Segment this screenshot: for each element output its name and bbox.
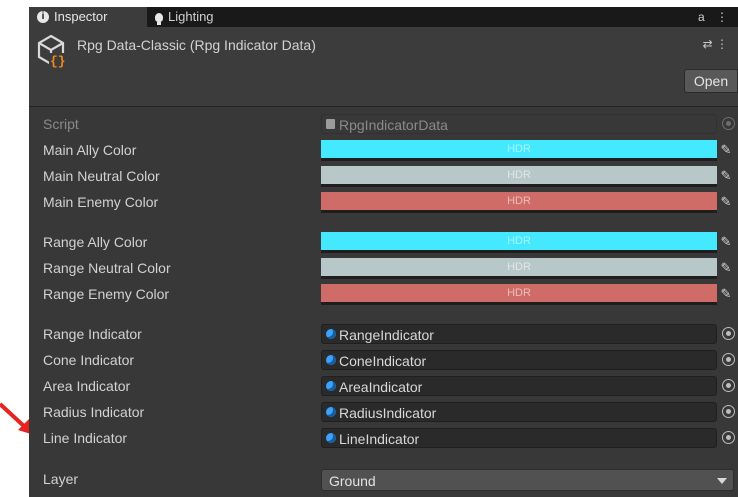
- svg-text:{}: {}: [50, 54, 66, 69]
- asset-header: {} Rpg Data-Classic (Rpg Indicator Data)…: [29, 27, 738, 107]
- indicator-row-range: Range Indicator RangeIndicator: [29, 322, 738, 346]
- script-row: Script RpgIndicatorData: [29, 112, 738, 136]
- color-label: Main Enemy Color: [43, 194, 159, 210]
- eyedropper-icon[interactable]: ✎: [719, 258, 733, 278]
- object-picker-icon[interactable]: [722, 405, 735, 418]
- chevron-down-icon: [717, 478, 727, 484]
- script-field: RpgIndicatorData: [321, 114, 717, 134]
- object-field[interactable]: LineIndicator: [321, 428, 717, 448]
- object-value: ConeIndicator: [339, 353, 427, 369]
- prefab-icon: [326, 355, 336, 365]
- color-label: Main Ally Color: [43, 142, 137, 158]
- indicator-label: Area Indicator: [43, 378, 131, 394]
- object-value: RangeIndicator: [339, 327, 434, 343]
- object-value: LineIndicator: [339, 431, 420, 447]
- alpha-bar: [321, 276, 717, 279]
- script-value: RpgIndicatorData: [339, 117, 448, 133]
- tab-inspector-label: Inspector: [54, 9, 108, 24]
- eyedropper-icon[interactable]: ✎: [719, 192, 733, 212]
- color-label: Range Ally Color: [43, 234, 148, 250]
- hdr-tag: HDR: [507, 235, 531, 247]
- eyedropper-icon[interactable]: ✎: [719, 232, 733, 252]
- indicator-row-radius: Radius Indicator RadiusIndicator: [29, 400, 738, 424]
- lightbulb-icon: [155, 12, 163, 25]
- object-picker-icon[interactable]: [722, 353, 735, 366]
- script-label: Script: [43, 116, 79, 132]
- eyedropper-icon[interactable]: ✎: [719, 284, 733, 304]
- color-row-main-ally: Main Ally Color HDR ✎: [29, 138, 738, 162]
- inspector-panel: i Inspector Lighting a ⋮ {} Rpg Data-Cla…: [29, 7, 738, 497]
- object-field[interactable]: RangeIndicator: [321, 324, 717, 344]
- eyedropper-icon[interactable]: ✎: [719, 140, 733, 160]
- tab-lock-menu[interactable]: a ⋮: [698, 7, 732, 27]
- tab-lighting[interactable]: Lighting: [147, 7, 265, 27]
- eyedropper-icon[interactable]: ✎: [719, 166, 733, 186]
- object-field[interactable]: AreaIndicator: [321, 376, 717, 396]
- object-field[interactable]: RadiusIndicator: [321, 402, 717, 422]
- alpha-bar: [321, 302, 717, 305]
- scriptable-object-icon: {}: [37, 34, 66, 69]
- object-picker-icon[interactable]: [722, 327, 735, 340]
- alpha-bar: [321, 250, 717, 253]
- prefab-icon: [326, 381, 336, 391]
- indicator-row-area: Area Indicator AreaIndicator: [29, 374, 738, 398]
- prefab-icon: [326, 433, 336, 443]
- object-value: RadiusIndicator: [339, 405, 437, 421]
- indicator-label: Radius Indicator: [43, 404, 145, 420]
- layer-dropdown[interactable]: Ground: [321, 469, 734, 491]
- indicator-label: Range Indicator: [43, 326, 142, 342]
- tab-inspector[interactable]: i Inspector: [29, 7, 147, 27]
- prefab-icon: [326, 407, 336, 417]
- object-picker-icon: [722, 117, 735, 130]
- color-row-range-enemy: Range Enemy Color HDR ✎: [29, 282, 738, 306]
- hdr-tag: HDR: [507, 261, 531, 273]
- object-picker-icon[interactable]: [722, 379, 735, 392]
- object-value: AreaIndicator: [339, 379, 423, 395]
- layer-label: Layer: [43, 471, 79, 487]
- indicator-label: Cone Indicator: [43, 352, 135, 368]
- header-divider: [29, 106, 738, 107]
- hdr-tag: HDR: [507, 169, 531, 181]
- prefab-icon: [326, 329, 336, 339]
- hdr-tag: HDR: [507, 143, 531, 155]
- color-row-range-ally: Range Ally Color HDR ✎: [29, 230, 738, 254]
- alpha-bar: [321, 158, 717, 161]
- tab-lighting-label: Lighting: [168, 9, 214, 24]
- hdr-tag: HDR: [507, 195, 531, 207]
- header-settings-menu[interactable]: ⇄ ⋮: [703, 37, 728, 51]
- hdr-tag: HDR: [507, 287, 531, 299]
- color-label: Main Neutral Color: [43, 168, 160, 184]
- color-row-main-neutral: Main Neutral Color HDR ✎: [29, 164, 738, 188]
- object-picker-icon[interactable]: [722, 431, 735, 444]
- tab-bar: i Inspector Lighting a ⋮: [29, 7, 738, 27]
- script-file-icon: [326, 119, 335, 129]
- color-label: Range Neutral Color: [43, 260, 171, 276]
- layer-row: Layer Ground: [29, 467, 738, 491]
- asset-title: Rpg Data-Classic (Rpg Indicator Data): [77, 37, 316, 53]
- alpha-bar: [321, 184, 717, 187]
- layer-value: Ground: [329, 473, 376, 489]
- color-label: Range Enemy Color: [43, 286, 170, 302]
- object-field[interactable]: ConeIndicator: [321, 350, 717, 370]
- color-row-range-neutral: Range Neutral Color HDR ✎: [29, 256, 738, 280]
- color-row-main-enemy: Main Enemy Color HDR ✎: [29, 190, 738, 214]
- info-icon: i: [37, 11, 49, 23]
- indicator-label: Line Indicator: [43, 430, 128, 446]
- alpha-bar: [321, 210, 717, 213]
- open-button[interactable]: Open: [684, 69, 738, 93]
- indicator-row-line: Line Indicator LineIndicator: [29, 426, 738, 450]
- indicator-row-cone: Cone Indicator ConeIndicator: [29, 348, 738, 372]
